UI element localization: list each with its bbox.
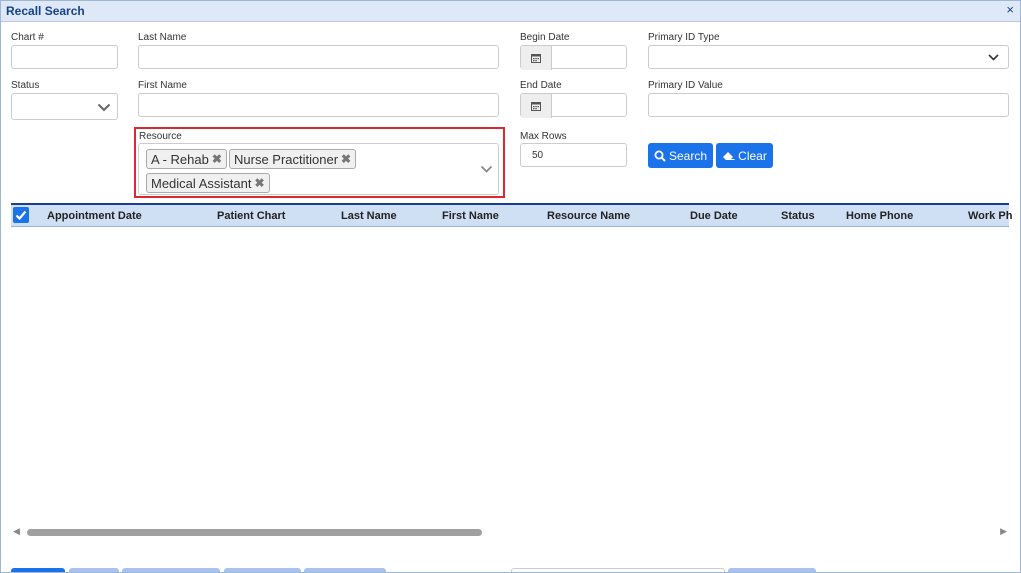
results-grid-header: Appointment Date Patient Chart Last Name…	[11, 203, 1012, 227]
search-button[interactable]: Search	[648, 143, 713, 168]
resource-tag-label: Nurse Practitioner	[234, 151, 339, 167]
clear-button-label: Clear	[738, 148, 767, 163]
primary-id-type-select[interactable]	[648, 45, 1009, 69]
column-header-status[interactable]: Status	[781, 210, 815, 222]
footer-button[interactable]	[122, 568, 220, 572]
column-header-patient-chart[interactable]: Patient Chart	[217, 210, 285, 222]
chevron-down-icon	[988, 54, 999, 61]
resource-tag: Medical Assistant ✖	[146, 173, 270, 193]
remove-tag-icon[interactable]: ✖	[254, 176, 264, 190]
resource-tag-label: Medical Assistant	[151, 175, 252, 191]
first-name-label: First Name	[138, 80, 187, 91]
footer-button[interactable]	[11, 568, 65, 572]
column-header-home-phone[interactable]: Home Phone	[846, 210, 913, 222]
resource-tag-label: A - Rehab	[151, 151, 209, 167]
chevron-down-icon	[97, 103, 111, 112]
title-bar: Recall Search ×	[1, 1, 1020, 22]
footer-field[interactable]	[511, 568, 725, 572]
footer-button[interactable]	[728, 568, 816, 572]
select-all-checkbox[interactable]	[13, 207, 29, 223]
resource-tag: A - Rehab ✖	[146, 149, 227, 169]
resource-tag: Nurse Practitioner ✖	[229, 149, 357, 169]
resource-label: Resource	[139, 131, 182, 142]
status-select[interactable]	[11, 93, 118, 120]
remove-tag-icon[interactable]: ✖	[212, 152, 222, 166]
resource-multiselect[interactable]: A - Rehab ✖ Nurse Practitioner ✖ Medical…	[138, 143, 499, 195]
scrollbar-thumb[interactable]	[27, 529, 482, 536]
max-rows-label: Max Rows	[520, 131, 567, 142]
search-icon	[654, 150, 666, 162]
begin-date-field[interactable]	[520, 45, 627, 70]
footer-button[interactable]	[304, 568, 386, 572]
scroll-left-icon[interactable]: ◀	[13, 526, 20, 537]
search-button-label: Search	[668, 148, 708, 163]
chart-input[interactable]	[11, 45, 118, 69]
horizontal-scrollbar[interactable]: ◀ ▶	[11, 525, 1009, 539]
column-header-last-name[interactable]: Last Name	[341, 210, 397, 222]
column-header-resource-name[interactable]: Resource Name	[547, 210, 630, 222]
column-header-due-date[interactable]: Due Date	[690, 210, 738, 222]
clear-button[interactable]: Clear	[716, 143, 773, 168]
close-icon[interactable]: ×	[1006, 2, 1014, 17]
end-date-label: End Date	[520, 80, 562, 91]
check-icon	[15, 210, 27, 221]
column-header-first-name[interactable]: First Name	[442, 210, 499, 222]
last-name-input[interactable]	[138, 45, 499, 69]
footer-button[interactable]	[69, 568, 119, 572]
primary-id-type-label: Primary ID Type	[648, 32, 720, 43]
calendar-icon[interactable]	[521, 46, 552, 70]
remove-tag-icon[interactable]: ✖	[341, 152, 351, 166]
window-title: Recall Search	[6, 4, 85, 18]
footer-button[interactable]	[224, 568, 301, 572]
eraser-icon	[723, 152, 735, 160]
chart-label: Chart #	[11, 32, 44, 43]
recall-search-window: Recall Search × Chart # Last Name Begin …	[0, 0, 1021, 573]
primary-id-value-input[interactable]	[648, 93, 1009, 117]
chevron-down-icon[interactable]	[480, 165, 493, 173]
last-name-label: Last Name	[138, 32, 187, 43]
end-date-field[interactable]	[520, 93, 627, 118]
scroll-right-icon[interactable]: ▶	[1000, 526, 1007, 537]
column-header-appointment-date[interactable]: Appointment Date	[47, 210, 142, 222]
begin-date-label: Begin Date	[520, 32, 570, 43]
first-name-input[interactable]	[138, 93, 499, 117]
column-header-work-phone[interactable]: Work Ph	[968, 210, 1012, 222]
primary-id-value-label: Primary ID Value	[648, 80, 723, 91]
results-grid-body	[11, 227, 1009, 525]
status-label: Status	[11, 80, 40, 91]
calendar-icon[interactable]	[521, 94, 552, 118]
max-rows-input[interactable]	[520, 143, 627, 167]
